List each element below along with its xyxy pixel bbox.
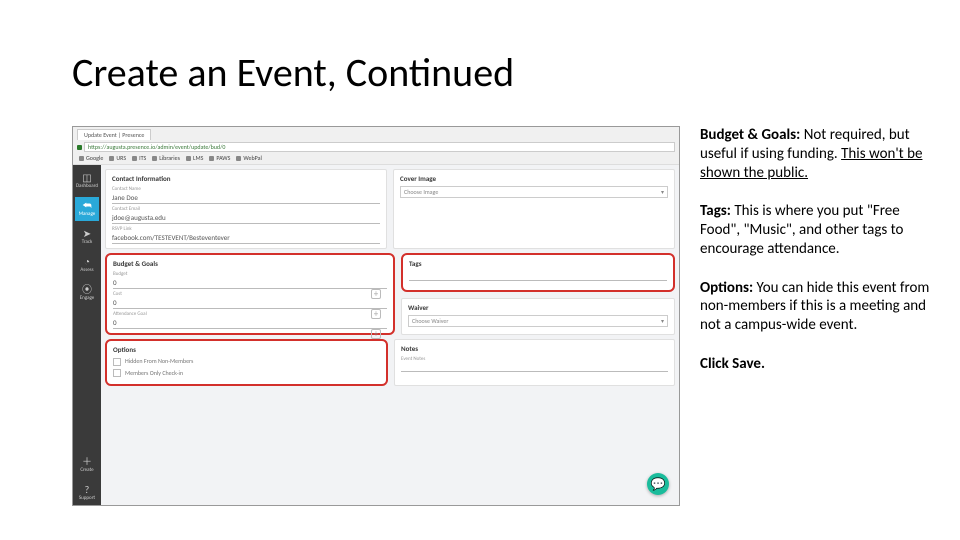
slide-title: Create an Event, Continued [72,48,514,97]
bookmarks-bar: Google URS ITS Libraries LMS PAWS WebPal [79,154,675,162]
chat-icon: 💬 [651,477,666,492]
card-title: Options [113,345,380,354]
sidebar-item-manage[interactable]: ⮪Manage [75,197,99,221]
stepper-icon[interactable]: ÷ [371,329,381,339]
sidebar-item-create[interactable]: ＋Create [75,453,99,477]
cost-input[interactable]: 0 [113,297,387,309]
card-title: Cover Image [400,174,668,183]
chat-fab[interactable]: 💬 [647,473,669,495]
bookmark-item[interactable]: LMS [186,154,203,162]
contact-name-input[interactable]: Jane Doe [112,192,380,204]
contact-email-input[interactable]: jdoe@augusta.edu [112,212,380,224]
bookmark-item[interactable]: URS [109,154,126,162]
tags-card: Tags [401,253,675,292]
contact-card: Contact Information Contact Name Jane Do… [105,169,387,249]
chevron-down-icon: ▾ [661,188,664,196]
budget-goals-card: Budget & Goals Budget 0÷ Cost 0÷ Attenda… [105,253,395,335]
bookmark-item[interactable]: WebPal [236,154,261,162]
share-icon: ⮪ [82,201,91,211]
annotation-save: Click Save. [700,355,930,374]
annotation-panel: Budget & Goals: Not required, but useful… [700,126,930,394]
rsvp-input[interactable]: facebook.com/TESTEVENT/Besteventever [112,232,380,244]
plus-icon: ＋ [82,457,92,467]
annotation-options: Options: You can hide this event from no… [700,279,930,335]
event-notes-input[interactable] [401,362,668,372]
help-icon: ? [85,485,90,495]
app-screenshot: Update Event | Presence https://augusta.… [72,126,680,506]
form-content: Contact Information Contact Name Jane Do… [101,165,679,505]
address-bar[interactable]: https://augusta.presence.io/admin/event/… [84,142,675,152]
tags-input[interactable] [409,271,667,281]
target-icon: ⦿ [82,285,92,295]
browser-chrome: Update Event | Presence https://augusta.… [73,127,679,165]
browser-tab[interactable]: Update Event | Presence [77,129,151,140]
sidebar-item-engage[interactable]: ⦿Engage [75,281,99,305]
card-title: Contact Information [112,174,380,183]
card-title: Waiver [408,303,668,312]
budget-input[interactable]: 0 [113,277,387,289]
checkbox-icon [113,369,121,377]
sidebar-item-assess[interactable]: ◔Assess [75,253,99,277]
members-only-checkbox[interactable]: Members Only Check-in [113,369,380,378]
options-card: Options Hidden From Non-Members Members … [105,339,388,386]
dashboard-icon: ◫ [82,173,91,183]
lock-icon [77,145,82,150]
choose-waiver-select[interactable]: Choose Waiver▾ [408,315,668,327]
hidden-nonmembers-checkbox[interactable]: Hidden From Non-Members [113,357,380,366]
sidebar-item-track[interactable]: ➤Track [75,225,99,249]
cover-image-card: Cover Image Choose Image▾ [393,169,675,249]
annotation-budget: Budget & Goals: Not required, but useful… [700,126,930,182]
waiver-card: Waiver Choose Waiver▾ [401,298,675,335]
card-title: Tags [409,259,667,268]
gauge-icon: ◔ [84,257,90,267]
bookmark-item[interactable]: Google [79,154,103,162]
checkbox-icon [113,358,121,366]
sidebar-item-dashboard[interactable]: ◫Dashboard [75,169,99,193]
bookmark-item[interactable]: ITS [132,154,146,162]
choose-image-select[interactable]: Choose Image▾ [400,186,668,198]
annotation-tags: Tags: This is where you put "Free Food",… [700,202,930,258]
card-title: Notes [401,344,668,353]
bookmark-item[interactable]: Libraries [152,154,180,162]
notes-card: Notes Event Notes [394,339,675,386]
app-sidebar: ◫Dashboard ⮪Manage ➤Track ◔Assess ⦿Engag… [73,165,101,505]
sidebar-item-support[interactable]: ?Support [75,481,99,505]
attendance-goal-input[interactable]: 0 [113,317,387,329]
send-icon: ➤ [83,229,91,239]
bookmark-item[interactable]: PAWS [209,154,230,162]
chevron-down-icon: ▾ [661,317,664,325]
card-title: Budget & Goals [113,259,387,268]
